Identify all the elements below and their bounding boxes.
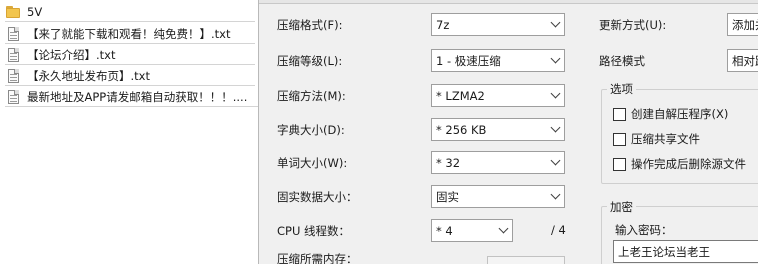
encryption-group-title: 加密: [607, 199, 636, 215]
list-item-file[interactable]: 【永久地址发布页】.txt: [5, 66, 255, 86]
path-mode-label: 路径模式: [599, 54, 645, 68]
cpu-threads-select[interactable]: * 4: [431, 219, 513, 242]
text-file-icon: [5, 47, 21, 63]
update-mode-label: 更新方式(U):: [599, 18, 667, 32]
file-name: 5V: [27, 4, 43, 19]
chevron-down-icon: [547, 186, 564, 207]
dictionary-size-select[interactable]: * 256 KB: [431, 118, 565, 141]
delete-after-label: 操作完成后删除源文件: [631, 157, 746, 171]
compression-method-select[interactable]: * LZMA2: [431, 84, 565, 107]
archive-format-select[interactable]: 7z: [431, 13, 565, 36]
solid-block-size-label: 固实数据大小：: [277, 190, 358, 204]
create-sfx-checkbox[interactable]: [613, 107, 626, 121]
file-name: 最新地址及APP请发邮箱自动获取！！！....: [27, 89, 248, 104]
compress-shared-checkbox[interactable]: [613, 132, 626, 146]
create-sfx-checkbox-row[interactable]: 创建自解压程序(X): [613, 106, 728, 122]
file-name: 【论坛介绍】.txt: [27, 47, 116, 62]
compression-method-value: * LZMA2: [436, 88, 485, 103]
cpu-threads-label: CPU 线程数：: [277, 224, 351, 238]
chevron-down-icon: [547, 14, 564, 35]
delete-after-checkbox-row[interactable]: 操作完成后删除源文件: [613, 156, 746, 172]
dictionary-size-value: * 256 KB: [436, 122, 487, 137]
add-to-archive-dialog: 压缩格式(F): 7z 压缩等级(L): 1 - 极速压缩 压缩方法(M): *…: [258, 0, 758, 264]
update-mode-select[interactable]: 添加并: [727, 13, 758, 36]
dialog-top-border: [259, 0, 758, 4]
file-name: 【永久地址发布页】.txt: [27, 68, 150, 83]
memory-usage-field: [487, 256, 565, 264]
path-mode-select[interactable]: 相对路: [727, 49, 758, 72]
solid-block-size-select[interactable]: 固实: [431, 185, 565, 208]
chevron-down-icon: [547, 119, 564, 140]
path-mode-value: 相对路: [732, 53, 758, 68]
solid-block-size-value: 固实: [436, 189, 459, 204]
list-item-folder[interactable]: 5V: [5, 2, 255, 22]
chevron-down-icon: [547, 50, 564, 71]
update-mode-value: 添加并: [732, 17, 758, 32]
text-file-icon: [5, 26, 21, 42]
delete-after-checkbox[interactable]: [613, 157, 626, 171]
cpu-threads-max: / 4: [551, 223, 566, 237]
list-item-file[interactable]: 【来了就能下载和观看！纯免费！】.txt: [5, 24, 255, 44]
folder-icon: [5, 4, 21, 20]
password-label: 输入密码：: [615, 223, 673, 237]
chevron-down-icon: [547, 152, 564, 173]
compression-level-value: 1 - 极速压缩: [436, 53, 501, 68]
list-item-file[interactable]: 【论坛介绍】.txt: [5, 45, 255, 65]
password-input[interactable]: 上老王论坛当老王: [613, 240, 758, 263]
archive-format-value: 7z: [436, 17, 450, 32]
archive-format-label: 压缩格式(F):: [277, 18, 343, 32]
compression-method-label: 压缩方法(M):: [277, 89, 346, 103]
memory-usage-label: 压缩所需内存：: [277, 252, 358, 264]
compress-shared-label: 压缩共享文件: [631, 132, 700, 146]
chevron-down-icon: [495, 220, 512, 241]
compression-level-select[interactable]: 1 - 极速压缩: [431, 49, 565, 72]
file-name: 【来了就能下载和观看！纯免费！】.txt: [27, 26, 231, 41]
compress-shared-checkbox-row[interactable]: 压缩共享文件: [613, 131, 700, 147]
chevron-down-icon: [547, 85, 564, 106]
word-size-value: * 32: [436, 155, 461, 170]
word-size-select[interactable]: * 32: [431, 151, 565, 174]
dictionary-size-label: 字典大小(D):: [277, 123, 345, 137]
file-list-panel: 5V 【来了就能下载和观看！纯免费！】.txt 【论坛介绍】.txt 【永久地址…: [0, 0, 258, 264]
list-item-file[interactable]: 最新地址及APP请发邮箱自动获取！！！....: [5, 87, 258, 107]
compression-level-label: 压缩等级(L):: [277, 54, 343, 68]
password-value: 上老王论坛当老王: [618, 244, 710, 259]
text-file-icon: [5, 89, 21, 105]
create-sfx-label: 创建自解压程序(X): [631, 107, 729, 121]
options-group-title: 选项: [607, 81, 636, 97]
text-file-icon: [5, 68, 21, 84]
word-size-label: 单词大小(W):: [277, 156, 348, 170]
